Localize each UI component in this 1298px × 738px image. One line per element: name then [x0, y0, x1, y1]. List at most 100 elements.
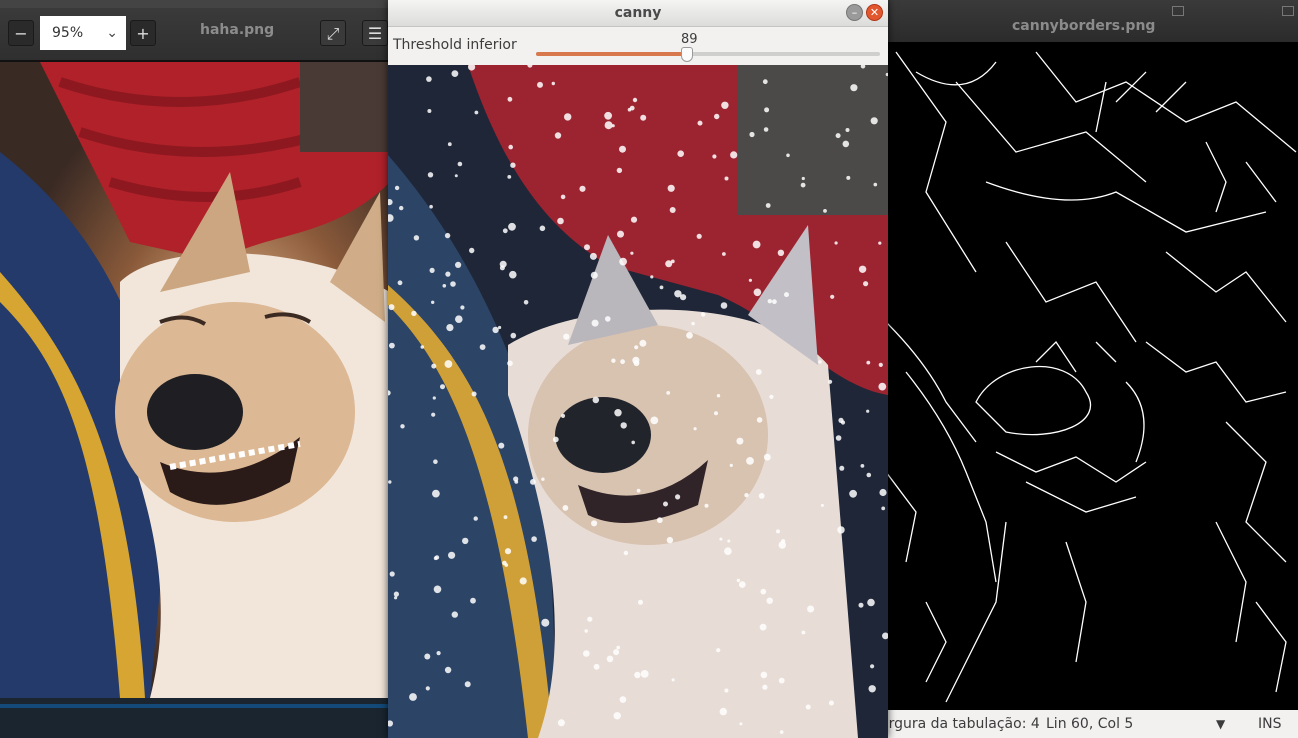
speckle-dot: [666, 391, 671, 395]
speckle-dot: [719, 537, 723, 541]
speckle-dot: [444, 360, 453, 368]
threshold-slider[interactable]: [536, 47, 880, 63]
speckle-dot: [455, 261, 462, 268]
chevron-down-icon: ⌄: [106, 25, 118, 41]
speckle-dot: [777, 249, 785, 256]
speckle-dot: [846, 175, 851, 180]
speckle-dot: [537, 81, 543, 88]
speckle-dot: [579, 185, 586, 192]
speckle-dot: [616, 167, 623, 174]
speckle-dot: [388, 480, 392, 484]
zoom-out-button[interactable]: −: [8, 20, 34, 46]
tab-width-selector[interactable]: argura da tabulação: 4: [880, 710, 1040, 738]
speckle-dot: [541, 477, 545, 481]
speckle-dot: [530, 479, 536, 485]
speckle-dot: [730, 151, 738, 159]
edge-lines-illustration: [885, 51, 1297, 703]
expand-icon: ⤢: [326, 24, 340, 43]
speckle-dot: [616, 645, 620, 650]
speckle-dot: [431, 412, 436, 417]
minimize-button[interactable]: –: [846, 4, 863, 21]
speckle-dot: [454, 174, 458, 178]
speckle-dot: [866, 472, 872, 478]
speckle-dot: [758, 493, 765, 499]
speckle-dot: [828, 379, 833, 384]
speckle-dot: [399, 205, 404, 211]
image-viewer-window: − 95% ⌄ + haha.png ⤢ ☰: [0, 0, 390, 738]
speckle-dot: [471, 391, 477, 397]
speckle-dot: [619, 696, 627, 703]
speckle-dot: [605, 316, 611, 322]
speckle-dot: [450, 281, 456, 287]
speckle-dot: [460, 305, 465, 310]
background-window-control: [1172, 6, 1184, 16]
speckle-dot: [868, 685, 876, 693]
speckle-dot: [604, 121, 613, 130]
speckle-dot: [835, 435, 842, 441]
speckle-dot: [786, 153, 790, 158]
speckle-dot: [640, 670, 649, 678]
speckle-dot: [508, 222, 516, 231]
plus-icon: +: [136, 24, 150, 43]
speckle-dot: [427, 109, 432, 113]
speckle-dot: [863, 281, 869, 287]
fullscreen-button[interactable]: ⤢: [320, 20, 346, 46]
speckle-dot: [592, 396, 600, 404]
viewer-bottom-strip: [0, 698, 390, 738]
speckle-dot: [778, 541, 786, 549]
speckle-dot: [613, 712, 621, 720]
speckle-dot: [394, 596, 398, 600]
canny-window-title: canny: [614, 5, 662, 21]
background-window-strip: [0, 0, 390, 8]
speckle-dot: [502, 228, 508, 234]
speckle-dot: [686, 332, 693, 339]
speckle-dot: [839, 465, 845, 471]
speckle-dot: [394, 185, 400, 191]
slider-handle[interactable]: [681, 47, 694, 62]
speckle-dot: [557, 217, 564, 225]
speckle-dot: [762, 684, 768, 690]
speckle-dot: [519, 577, 527, 585]
speckle-dot: [523, 300, 529, 305]
hamburger-menu-icon: ☰: [367, 24, 383, 43]
speckle-dot: [619, 145, 626, 153]
speckle-dot: [564, 113, 572, 121]
speckle-dot: [389, 571, 395, 577]
zoom-level-select[interactable]: 95% ⌄: [40, 16, 126, 50]
speckle-dot: [719, 707, 727, 716]
speckle-dot: [823, 209, 827, 213]
canny-window: canny – ✕ Threshold inferior 89: [388, 0, 888, 738]
speckle-dot: [739, 581, 746, 588]
speckle-dot: [440, 384, 445, 390]
chevron-down-icon[interactable]: ▼: [1216, 710, 1225, 738]
speckle-dot: [614, 409, 622, 417]
speckle-dot: [539, 225, 546, 232]
speckle-dot: [840, 420, 846, 425]
speckle-dot: [712, 154, 717, 159]
speckle-dot: [881, 506, 886, 511]
zoom-in-button[interactable]: +: [130, 20, 156, 46]
speckle-dot: [470, 597, 476, 604]
cursor-position-label[interactable]: Lin 60, Col 5: [1046, 710, 1133, 738]
speckle-dot: [724, 176, 729, 181]
speckle-dot: [433, 459, 438, 465]
speckle-dot: [671, 678, 675, 682]
menu-button[interactable]: ☰: [362, 20, 388, 46]
speckle-dot: [762, 79, 768, 85]
speckle-dot: [432, 489, 440, 498]
speckle-dot: [507, 175, 512, 179]
speckle-dot: [650, 275, 654, 279]
speckle-dot: [807, 605, 815, 613]
speckle-dot: [591, 520, 598, 527]
speckle-dot: [498, 325, 502, 330]
speckle-dot: [722, 252, 726, 256]
speckle-dot: [613, 649, 620, 656]
canny-titlebar[interactable]: canny – ✕: [388, 0, 888, 27]
speckle-dot: [766, 597, 773, 604]
speckle-dot: [701, 312, 706, 317]
speckle-dot: [431, 363, 437, 369]
close-button[interactable]: ✕: [866, 4, 883, 21]
speckle-dot: [583, 650, 590, 657]
speckle-dot: [667, 184, 675, 192]
speckle-dot: [611, 358, 616, 363]
